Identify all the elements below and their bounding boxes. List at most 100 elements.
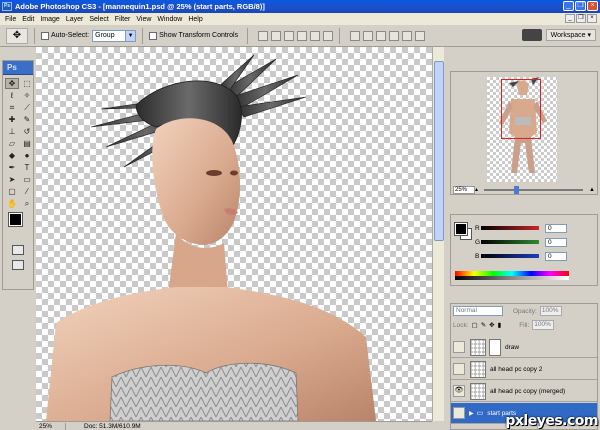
lock-pixels-icon[interactable]: ✎: [481, 321, 486, 329]
document-canvas[interactable]: [36, 47, 432, 421]
navigator-zoom-slider[interactable]: [484, 185, 584, 194]
workspace-menu-button[interactable]: Workspace ▾: [545, 29, 596, 41]
red-value-field[interactable]: 0: [545, 223, 567, 233]
fill-field[interactable]: 100%: [532, 320, 555, 330]
menu-help[interactable]: Help: [185, 16, 205, 23]
layer-visibility-toggle[interactable]: [453, 341, 465, 353]
distribute-vcenter-icon[interactable]: [363, 30, 374, 41]
layer-row[interactable]: all head pc copy 2: [451, 359, 597, 380]
layer-row[interactable]: draw: [451, 337, 597, 358]
history-brush-tool-icon[interactable]: ↺: [20, 126, 34, 137]
navigator-view-rectangle[interactable]: [501, 79, 541, 139]
eyedropper-tool-icon[interactable]: ⁄: [20, 186, 34, 197]
move-tool-icon[interactable]: ✥: [5, 78, 19, 89]
slider-knob[interactable]: [513, 185, 519, 194]
zoom-in-icon[interactable]: ▲: [589, 187, 595, 193]
zoom-tool-icon[interactable]: ⌕: [20, 198, 34, 209]
navigator-zoom-field[interactable]: 25%: [453, 185, 475, 194]
layer-name: all head pc copy (merged): [490, 387, 566, 395]
dodge-tool-icon[interactable]: ●: [20, 150, 34, 161]
opacity-field[interactable]: 100%: [539, 306, 562, 316]
align-vcenter-icon[interactable]: [271, 30, 282, 41]
vertical-scrollbar[interactable]: [432, 47, 444, 421]
green-channel-row: G 0: [475, 237, 595, 247]
distribute-hcenter-icon[interactable]: [402, 30, 413, 41]
auto-select-checkbox[interactable]: [41, 31, 49, 40]
lock-transparency-icon[interactable]: ▢: [472, 321, 478, 329]
close-button[interactable]: ×: [587, 1, 598, 11]
green-channel-slider[interactable]: [481, 240, 539, 244]
gradient-tool-icon[interactable]: ▤: [20, 138, 34, 149]
layer-mask-thumbnail[interactable]: [489, 338, 501, 356]
menu-view[interactable]: View: [133, 16, 154, 23]
align-bottom-icon[interactable]: [284, 30, 295, 41]
lock-position-icon[interactable]: ✥: [489, 321, 494, 329]
screen-mode-icon[interactable]: [12, 260, 24, 270]
clone-stamp-tool-icon[interactable]: ⊥: [5, 126, 19, 137]
hand-tool-icon[interactable]: ✋: [5, 198, 19, 209]
zoom-out-icon[interactable]: ▴: [475, 186, 478, 193]
color-panel-foreground-swatch[interactable]: [454, 222, 468, 236]
red-channel-slider[interactable]: [481, 226, 539, 230]
marquee-tool-icon[interactable]: ⬚: [20, 78, 34, 89]
expand-triangle-icon[interactable]: ▶: [469, 410, 474, 417]
eye-icon[interactable]: 👁: [453, 385, 465, 397]
zoom-level-field[interactable]: 25%: [36, 422, 66, 430]
shape-tool-icon[interactable]: ▭: [20, 174, 34, 185]
layer-visibility-toggle[interactable]: [453, 363, 465, 375]
doc-restore-button[interactable]: ❐: [576, 14, 586, 23]
auto-select-dropdown[interactable]: Group ▼: [92, 29, 137, 42]
menu-edit[interactable]: Edit: [19, 16, 37, 23]
green-value-field[interactable]: 0: [545, 237, 567, 247]
distribute-right-icon[interactable]: [415, 30, 426, 41]
notes-tool-icon[interactable]: ▢: [5, 186, 19, 197]
doc-minimize-button[interactable]: _: [565, 14, 575, 23]
brush-tool-icon[interactable]: ✎: [20, 114, 34, 125]
restore-button[interactable]: ❐: [575, 1, 586, 11]
auto-select-value: Group: [95, 32, 115, 39]
layers-blend-row: Normal Opacity: 100%: [451, 304, 597, 318]
eraser-tool-icon[interactable]: ▱: [5, 138, 19, 149]
move-tool-preset-icon[interactable]: ✥: [6, 27, 28, 44]
foreground-color-swatch[interactable]: [8, 212, 23, 227]
menu-select[interactable]: Select: [86, 16, 111, 23]
scrollbar-thumb[interactable]: [434, 61, 444, 241]
crop-tool-icon[interactable]: ⌗: [5, 102, 19, 113]
align-top-icon[interactable]: [258, 30, 269, 41]
blue-channel-slider[interactable]: [481, 254, 539, 258]
menu-window[interactable]: Window: [154, 16, 185, 23]
doc-close-button[interactable]: ×: [587, 14, 597, 23]
magic-wand-tool-icon[interactable]: ✧: [20, 90, 34, 101]
layer-row[interactable]: 👁 all head pc copy (merged): [451, 381, 597, 402]
distribute-top-icon[interactable]: [350, 30, 361, 41]
document-size-info[interactable]: Doc: 51.3M/610.9M: [66, 423, 141, 430]
slice-tool-icon[interactable]: ⟋: [20, 102, 34, 113]
healing-brush-tool-icon[interactable]: ✚: [5, 114, 19, 125]
brushes-palette-icon[interactable]: [521, 29, 542, 41]
menu-layer[interactable]: Layer: [63, 16, 87, 23]
menu-file[interactable]: File: [2, 16, 19, 23]
navigator-thumbnail[interactable]: [487, 77, 557, 182]
align-hcenter-icon[interactable]: [310, 30, 321, 41]
align-right-icon[interactable]: [323, 30, 334, 41]
divider: [339, 27, 341, 44]
menu-image[interactable]: Image: [37, 16, 62, 23]
color-spectrum-bar[interactable]: [455, 271, 569, 280]
layer-visibility-toggle[interactable]: [453, 407, 465, 419]
type-tool-icon[interactable]: T: [20, 162, 34, 173]
distribute-bottom-icon[interactable]: [376, 30, 387, 41]
blue-value-field[interactable]: 0: [545, 251, 567, 261]
menu-filter[interactable]: Filter: [112, 16, 134, 23]
path-selection-tool-icon[interactable]: ➤: [5, 174, 19, 185]
blur-tool-icon[interactable]: ◆: [5, 150, 19, 161]
site-watermark: pxleyes.com: [505, 413, 598, 429]
distribute-left-icon[interactable]: [389, 30, 400, 41]
lock-all-icon[interactable]: ▮: [498, 321, 502, 329]
pen-tool-icon[interactable]: ✒: [5, 162, 19, 173]
quick-mask-icon[interactable]: [12, 245, 24, 255]
align-left-icon[interactable]: [297, 30, 308, 41]
lasso-tool-icon[interactable]: ℓ: [5, 90, 19, 101]
show-transform-checkbox[interactable]: [149, 31, 158, 40]
minimize-button[interactable]: _: [563, 1, 574, 11]
blend-mode-dropdown[interactable]: Normal: [453, 306, 503, 316]
